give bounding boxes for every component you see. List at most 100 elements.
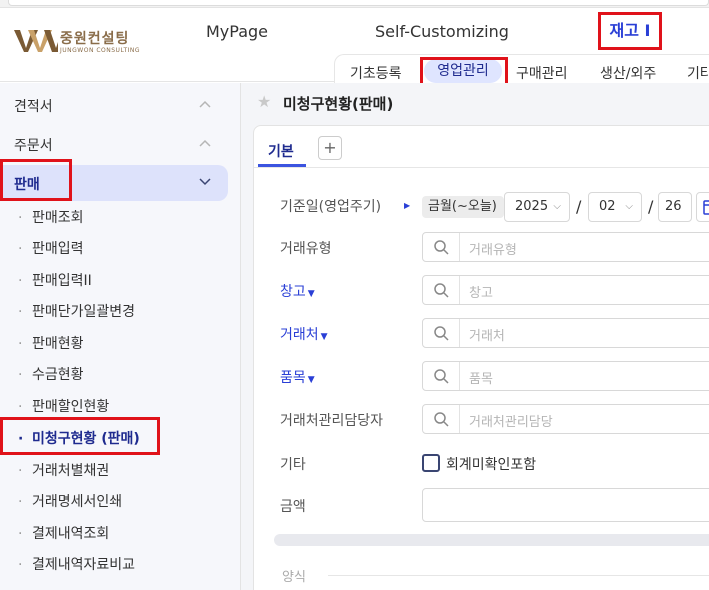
subnav-purchase-management[interactable]: 구매관리 bbox=[516, 63, 568, 83]
bullet-dot: · bbox=[18, 304, 23, 320]
window-top-strip bbox=[0, 0, 709, 8]
divider bbox=[459, 233, 460, 261]
subnav-basic-registration[interactable]: 기초등록 bbox=[350, 63, 402, 83]
sidebar: 견적서 주문서 판매 · 판매조회 · 판매입력 · 판매입력II · 판매단가일괄변경… bbox=[0, 83, 241, 590]
sidebar-item-discount-status[interactable]: · 판매할인현황 bbox=[18, 396, 109, 416]
sidebar-item-statement-print[interactable]: · 거래명세서인쇄 bbox=[18, 491, 122, 511]
nav-mypage[interactable]: MyPage bbox=[206, 22, 268, 41]
calendar-button[interactable] bbox=[696, 192, 709, 222]
add-tab-button[interactable]: + bbox=[318, 136, 342, 160]
year-value: 2025 bbox=[515, 199, 549, 214]
search-icon[interactable] bbox=[433, 282, 449, 298]
form-row-date: 기준일(영업주기) ▶ 금월(~오늘) 2025 ⌵ / 02 ⌵ / 26 bbox=[254, 192, 709, 224]
bullet-dot: · bbox=[18, 494, 23, 510]
sidebar-item-label: 판매입력 bbox=[32, 241, 84, 257]
sidebar-item-collection-status[interactable]: · 수금현황 bbox=[18, 364, 84, 384]
sidebar-group-label: 주문서 bbox=[14, 138, 53, 154]
date-separator: / bbox=[576, 197, 582, 216]
search-icon[interactable] bbox=[433, 411, 449, 427]
bullet-dot: · bbox=[18, 367, 23, 383]
customer-placeholder: 거래처 bbox=[469, 329, 505, 344]
tab-basic[interactable]: 기본 bbox=[268, 141, 294, 161]
form-row-amount: 금액 bbox=[254, 488, 709, 522]
app-header: 중원컨설팅 JUNGWON CONSULTING MyPage Self-Cus… bbox=[0, 8, 709, 93]
divider bbox=[459, 319, 460, 347]
form-row-etc: 기타 회계미확인포함 bbox=[254, 448, 709, 480]
item-label-text: 품목 bbox=[280, 370, 306, 386]
form-row-customer: 거래처 ▼ 거래처 bbox=[254, 318, 709, 350]
customer-search[interactable]: 거래처 bbox=[422, 318, 709, 348]
subnav-etc[interactable]: 기타 bbox=[687, 63, 709, 83]
chevron-down-icon: ⌵ bbox=[553, 201, 561, 212]
format-divider-line bbox=[328, 575, 709, 576]
chevron-up-icon bbox=[199, 139, 211, 147]
sidebar-item-payment-compare[interactable]: · 결제내역자료비교 bbox=[18, 554, 135, 574]
sidebar-item-sales-input[interactable]: · 판매입력 bbox=[18, 238, 84, 258]
section-divider-bar bbox=[274, 534, 709, 546]
date-mode-select[interactable]: 금월(~오늘) bbox=[422, 196, 504, 218]
search-icon[interactable] bbox=[433, 239, 449, 255]
warehouse-search[interactable]: 창고 bbox=[422, 275, 709, 305]
year-select[interactable]: 2025 ⌵ bbox=[504, 192, 570, 222]
subnav-production[interactable]: 생산/외주 bbox=[600, 63, 656, 83]
sidebar-item-sales-input-2[interactable]: · 판매입력II bbox=[18, 270, 92, 290]
bullet-dot: · bbox=[18, 241, 23, 257]
search-form-card: 기본 + 기준일(영업주기) ▶ 금월(~오늘) 2025 ⌵ / 02 ⌵ / 2… bbox=[253, 125, 709, 590]
manager-search[interactable]: 거래처관리담당 bbox=[422, 404, 709, 434]
month-value: 02 bbox=[599, 199, 616, 214]
sidebar-item-label: 거래처별채권 bbox=[32, 463, 110, 479]
trade-type-search[interactable]: 거래유형 bbox=[422, 232, 709, 262]
item-label[interactable]: 품목 ▼ bbox=[280, 367, 315, 387]
search-icon[interactable] bbox=[433, 368, 449, 384]
bullet-dot: · bbox=[18, 210, 23, 226]
manager-placeholder: 거래처관리담당 bbox=[469, 415, 553, 430]
brand-name: 중원컨설팅 bbox=[60, 31, 130, 47]
bullet-dot: · bbox=[18, 336, 23, 352]
divider bbox=[459, 405, 460, 433]
item-search[interactable]: 품목 bbox=[422, 361, 709, 391]
include-unconfirmed-checkbox[interactable] bbox=[422, 454, 440, 472]
sidebar-item-receivables-by-customer[interactable]: · 거래처별채권 bbox=[18, 460, 109, 480]
nav-jaego[interactable]: 재고 I bbox=[598, 12, 662, 50]
chevron-down-icon bbox=[199, 178, 211, 186]
tab-active-indicator bbox=[258, 164, 306, 167]
sidebar-group-label: 견적서 bbox=[14, 99, 53, 115]
logo-mark-icon bbox=[14, 30, 58, 52]
sidebar-item-payment-inquiry[interactable]: · 결제내역조회 bbox=[18, 523, 109, 543]
sidebar-item-label: 판매현황 bbox=[32, 336, 84, 352]
sidebar-item-price-bulk-change[interactable]: · 판매단가일괄변경 bbox=[18, 301, 135, 321]
window-top-frame bbox=[8, 0, 709, 6]
warehouse-label-text: 창고 bbox=[280, 284, 306, 300]
month-select[interactable]: 02 ⌵ bbox=[588, 192, 642, 222]
etc-label: 기타 bbox=[280, 457, 306, 473]
tab-bar: 기본 + bbox=[254, 126, 709, 168]
favorite-star-icon[interactable]: ★ bbox=[257, 92, 271, 111]
bullet-dot: · bbox=[18, 526, 23, 542]
sidebar-item-label: 결제내역조회 bbox=[32, 526, 110, 542]
amount-input[interactable] bbox=[422, 488, 709, 522]
sidebar-group-estimate[interactable]: 견적서 bbox=[0, 87, 241, 123]
highlight-box-sales-group bbox=[0, 159, 72, 201]
format-label: 양식 bbox=[282, 570, 306, 585]
sidebar-item-sales-inquiry[interactable]: · 판매조회 bbox=[18, 207, 84, 227]
brand-logo[interactable]: 중원컨설팅 JUNGWON CONSULTING bbox=[14, 28, 144, 58]
nav-self-customizing[interactable]: Self-Customizing bbox=[375, 22, 509, 41]
highlight-box-unbilled-status bbox=[0, 417, 160, 455]
sidebar-item-label: 판매입력II bbox=[32, 273, 92, 289]
main-content: ★ 미청구현황(판매) 기본 + 기준일(영업주기) ▶ 금월(~오늘) 202… bbox=[241, 83, 709, 590]
sidebar-item-label: 판매할인현황 bbox=[32, 399, 110, 415]
search-icon[interactable] bbox=[433, 325, 449, 341]
sidebar-item-label: 결제내역자료비교 bbox=[32, 557, 136, 573]
warehouse-label[interactable]: 창고 ▼ bbox=[280, 281, 315, 301]
sidebar-group-order[interactable]: 주문서 bbox=[0, 126, 241, 162]
caret-right-icon[interactable]: ▶ bbox=[404, 201, 410, 210]
bullet-dot: · bbox=[18, 557, 23, 573]
date-label: 기준일(영업주기) bbox=[280, 199, 382, 215]
caret-down-icon: ▼ bbox=[320, 332, 328, 342]
form-row-item: 품목 ▼ 품목 bbox=[254, 361, 709, 393]
day-input[interactable]: 26 bbox=[658, 192, 692, 222]
customer-label[interactable]: 거래처 ▼ bbox=[280, 324, 328, 344]
sidebar-item-label: 판매조회 bbox=[32, 210, 84, 226]
sidebar-item-sales-status[interactable]: · 판매현황 bbox=[18, 333, 84, 353]
include-unconfirmed-label[interactable]: 회계미확인포함 bbox=[446, 454, 536, 474]
